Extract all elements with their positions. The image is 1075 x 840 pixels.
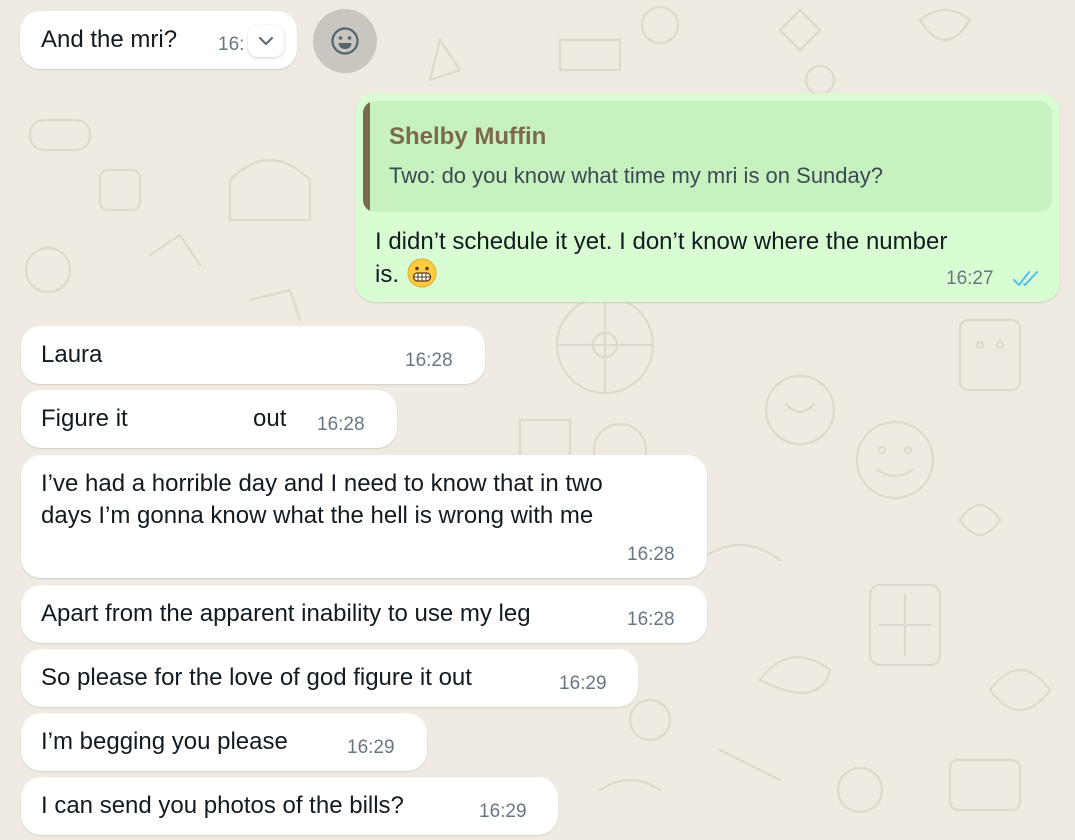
message-text: Laura (41, 341, 103, 368)
message-text: So please for the love of god figure it … (41, 664, 472, 691)
smiley-face-icon (331, 27, 359, 55)
quoted-message[interactable]: Shelby Muffin Two: do you know what time… (363, 101, 1052, 212)
message-text: And the mri? (41, 26, 178, 53)
message-bubble-incoming[interactable]: So please for the love of god figure it … (21, 649, 638, 707)
chevron-down-icon (259, 37, 273, 45)
message-bubble-incoming[interactable]: And the mri? 16: (20, 11, 297, 69)
reaction-button[interactable] (313, 9, 377, 73)
message-bubble-incoming[interactable]: Figure it out 16:28 (21, 390, 397, 448)
message-bubble-incoming[interactable]: I’m begging you please 16:29 (21, 713, 427, 771)
quote-author: Shelby Muffin (389, 123, 547, 150)
message-text-line: is. (375, 258, 437, 291)
message-bubble-incoming[interactable]: I’ve had a horrible day and I need to kn… (21, 455, 707, 578)
message-time: 16:29 (479, 801, 527, 822)
message-time: 16:29 (347, 737, 395, 758)
message-text: Figure it (41, 405, 128, 432)
message-text-line: I’ve had a horrible day and I need to kn… (41, 470, 603, 497)
message-text: I can send you photos of the bills? (41, 792, 404, 819)
message-text-fragment: is. (375, 261, 399, 288)
message-time: 16:28 (627, 609, 675, 630)
message-text: out (253, 405, 287, 432)
message-time: 16: (218, 34, 245, 55)
message-time: 16:28 (405, 350, 453, 371)
quote-text: Two: do you know what time my mri is on … (389, 163, 883, 188)
message-time: 16:27 (946, 268, 994, 289)
message-time: 16:29 (559, 673, 607, 694)
message-time: 16:28 (627, 544, 675, 565)
message-bubble-incoming[interactable]: Apart from the apparent inability to use… (21, 585, 707, 643)
double-check-icon (1013, 271, 1038, 286)
message-text: Apart from the apparent inability to use… (41, 600, 531, 627)
message-time: 16:28 (317, 414, 365, 435)
quote-accent-bar (363, 101, 370, 212)
message-text-line: days I’m gonna know what the hell is wro… (41, 502, 594, 529)
message-text: I’m begging you please (41, 728, 288, 755)
message-text-line: I didn’t schedule it yet. I don’t know w… (375, 228, 948, 255)
message-bubble-incoming[interactable]: I can send you photos of the bills? 16:2… (21, 777, 558, 835)
message-bubble-incoming[interactable]: Laura 16:28 (21, 326, 485, 384)
grimacing-face-icon (407, 258, 437, 288)
message-menu-button[interactable] (248, 25, 284, 57)
